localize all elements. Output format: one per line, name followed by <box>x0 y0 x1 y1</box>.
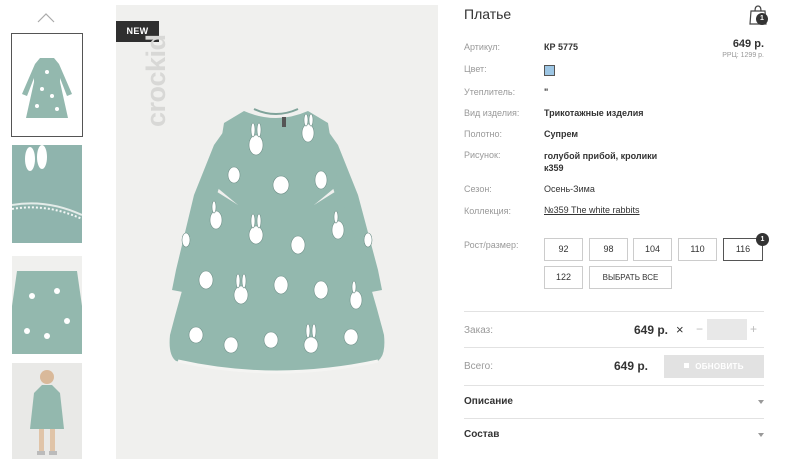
quantity-input[interactable] <box>707 319 747 340</box>
divider <box>464 311 764 312</box>
article-value: КР 5775 <box>544 42 579 52</box>
main-product-image[interactable]: NEW crockid <box>116 5 438 459</box>
color-swatch[interactable] <box>544 65 555 76</box>
pattern-value-line1: голубой прибой, кролики <box>544 151 658 161</box>
dress-back-thumbnail-image <box>12 256 82 354</box>
order-price: 649 р. <box>634 323 669 337</box>
order-label: Заказ: <box>464 325 494 336</box>
thumbnail-model-photo[interactable] <box>12 363 82 459</box>
thumbnail-column <box>8 0 84 459</box>
divider <box>464 418 764 419</box>
insulation-value: " <box>544 87 549 97</box>
collection-label: Коллекция: <box>464 206 512 216</box>
cart-count-badge: 1 <box>756 13 768 25</box>
multiply-icon: × <box>676 322 684 337</box>
fabric-value: Супрем <box>544 129 578 139</box>
size-option-98[interactable]: 98 <box>589 238 628 261</box>
insulation-label: Утеплитель: <box>464 87 516 97</box>
collection-link[interactable]: №359 The white rabbits <box>544 205 640 215</box>
product-type-label: Вид изделия: <box>464 108 520 118</box>
accordion-description[interactable]: Описание <box>464 396 764 407</box>
product-info-panel: Платье 1 649 р. РРЦ: 1299 р. Артикул: КР… <box>464 0 769 459</box>
size-selected-count-badge: 1 <box>756 233 769 246</box>
update-button[interactable]: ОБНОВИТЬ <box>664 355 764 378</box>
size-option-110[interactable]: 110 <box>678 238 717 261</box>
fabric-label: Полотно: <box>464 129 503 139</box>
divider <box>464 347 764 348</box>
divider <box>464 385 764 386</box>
total-label: Всего: <box>464 361 493 372</box>
thumbnail-dress-front[interactable] <box>11 33 83 137</box>
color-label: Цвет: <box>464 64 487 74</box>
season-label: Сезон: <box>464 184 492 194</box>
product-type-value: Трикотажные изделия <box>544 108 644 118</box>
size-option-92[interactable]: 92 <box>544 238 583 261</box>
update-icon <box>684 363 690 369</box>
product-title: Платье <box>464 6 512 22</box>
update-button-label: ОБНОВИТЬ <box>695 362 744 371</box>
product-price: 649 р. <box>732 38 764 50</box>
season-value: Осень-Зима <box>544 184 595 194</box>
dress-image <box>169 108 385 374</box>
dress-thumbnail-image <box>22 58 72 118</box>
accordion-composition-label: Состав <box>464 429 500 440</box>
accordion-composition[interactable]: Состав <box>464 429 764 440</box>
pattern-value-line2: к359 <box>544 163 564 173</box>
thumbnail-dress-back[interactable] <box>12 256 82 354</box>
decrease-quantity-button[interactable]: − <box>696 322 703 336</box>
size-option-122[interactable]: 122 <box>544 266 583 289</box>
chevron-down-icon <box>758 433 764 437</box>
article-label: Артикул: <box>464 42 501 52</box>
increase-quantity-button[interactable]: + <box>750 322 757 336</box>
select-all-sizes-button[interactable]: ВЫБРАТЬ ВСЕ <box>589 266 672 289</box>
model-thumbnail-image <box>12 363 82 459</box>
accordion-description-label: Описание <box>464 396 513 407</box>
sizes-label: Рост/размер: <box>464 240 519 250</box>
chevron-up-icon[interactable] <box>36 10 56 24</box>
fabric-thumbnail-image <box>12 145 82 243</box>
recommended-retail-price: РРЦ: 1299 р. <box>722 52 764 59</box>
total-price: 649 р. <box>614 359 649 373</box>
size-option-104[interactable]: 104 <box>633 238 672 261</box>
thumbnail-fabric-detail[interactable] <box>12 145 82 243</box>
chevron-down-icon <box>758 400 764 404</box>
pattern-label: Рисунок: <box>464 150 501 160</box>
